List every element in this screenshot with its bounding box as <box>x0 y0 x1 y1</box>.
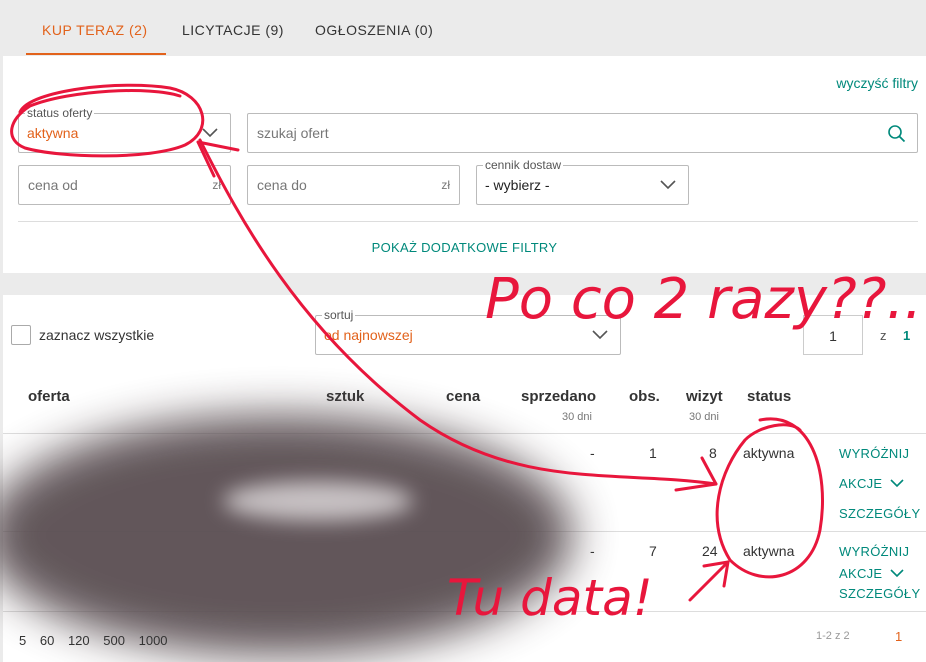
status-select[interactable]: status oferty aktywna <box>18 106 231 153</box>
status-select-value: aktywna <box>27 125 79 141</box>
tab-buy-now[interactable]: KUP TERAZ (2) <box>42 22 148 38</box>
column-header-offer[interactable]: oferta <box>28 388 70 405</box>
status-select-label: status oferty <box>25 106 95 120</box>
filter-divider <box>18 221 918 222</box>
column-header-quantity[interactable]: sztuk <box>326 388 364 405</box>
visits-cell: 8 <box>709 445 717 461</box>
pager-total-link[interactable]: 1 <box>903 328 910 343</box>
sort-select[interactable]: sortuj od najnowszej <box>315 308 621 355</box>
column-header-price[interactable]: cena <box>446 388 480 405</box>
actions-dropdown[interactable]: AKCJE <box>839 566 904 581</box>
per-page-selector: 5 60 120 500 1000 <box>19 633 178 648</box>
tab-classifieds[interactable]: OGŁOSZENIA (0) <box>315 22 433 38</box>
select-all-label[interactable]: zaznacz wszystkie <box>39 327 154 343</box>
active-tab-indicator <box>26 53 166 55</box>
per-page-option[interactable]: 120 <box>68 633 90 648</box>
search-placeholder: szukaj ofert <box>257 125 329 141</box>
actions-dropdown[interactable]: AKCJE <box>839 476 904 491</box>
filter-panel: wyczyść filtry status oferty aktywna szu… <box>3 56 926 273</box>
chevron-down-icon <box>592 330 608 340</box>
page-link[interactable]: 1 <box>895 629 902 644</box>
tab-auctions[interactable]: LICYTACJE (9) <box>182 22 284 38</box>
visits-period-label: 30 dni <box>689 411 719 423</box>
results-range-label: 1-2 z 2 <box>816 630 850 642</box>
sort-select-value: od najnowszej <box>324 327 413 343</box>
visits-cell: 24 <box>702 543 718 559</box>
highlight-button[interactable]: WYRÓŻNIJ <box>839 544 909 559</box>
per-page-option[interactable]: 60 <box>40 633 54 648</box>
search-icon[interactable] <box>887 124 907 144</box>
sort-select-label: sortuj <box>322 308 356 322</box>
column-header-watchers[interactable]: obs. <box>629 388 660 405</box>
column-header-sold[interactable]: sprzedano <box>521 388 596 405</box>
chevron-down-icon <box>890 569 904 578</box>
sold-cell: - <box>590 445 595 461</box>
sold-cell: - <box>590 543 595 559</box>
select-all-checkbox[interactable] <box>11 325 31 345</box>
offer-list-panel: zaznacz wszystkie sortuj od najnowszej 1… <box>0 295 926 662</box>
per-page-option[interactable]: 1000 <box>139 633 168 648</box>
chevron-down-icon <box>890 479 904 488</box>
details-button[interactable]: SZCZEGÓŁY <box>839 506 920 521</box>
price-to-placeholder: cena do <box>257 177 307 193</box>
details-button[interactable]: SZCZEGÓŁY <box>839 586 920 601</box>
pager-of-label: z <box>880 328 887 343</box>
offer-tabs: KUP TERAZ (2) LICYTACJE (9) OGŁOSZENIA (… <box>0 0 926 56</box>
shipping-select-value: - wybierz - <box>485 177 550 193</box>
shipping-select-label: cennik dostaw <box>483 158 564 172</box>
sold-period-label: 30 dni <box>562 411 592 423</box>
currency-unit: zł <box>441 178 450 192</box>
chevron-down-icon <box>660 180 676 190</box>
price-to-input[interactable]: cena do zł <box>247 165 460 205</box>
currency-unit: zł <box>212 178 221 192</box>
highlight-button[interactable]: WYRÓŻNIJ <box>839 446 909 461</box>
redacted-offer-area <box>0 415 573 655</box>
actions-label: AKCJE <box>839 476 883 491</box>
show-more-filters-button[interactable]: POKAŻ DODATKOWE FILTRY <box>3 240 926 255</box>
column-header-visits[interactable]: wizyt <box>686 388 723 405</box>
chevron-down-icon <box>202 128 218 138</box>
actions-label: AKCJE <box>839 566 883 581</box>
watchers-cell: 7 <box>649 543 657 559</box>
clear-filters-link[interactable]: wyczyść filtry <box>836 75 918 91</box>
search-input[interactable]: szukaj ofert <box>247 113 918 153</box>
page-number-input[interactable]: 1 <box>803 315 863 355</box>
price-from-placeholder: cena od <box>28 177 78 193</box>
per-page-option[interactable]: 500 <box>103 633 125 648</box>
status-cell: aktywna <box>743 445 795 461</box>
per-page-option[interactable]: 5 <box>19 633 26 648</box>
column-header-status[interactable]: status <box>747 388 791 405</box>
watchers-cell: 1 <box>649 445 657 461</box>
price-from-input[interactable]: cena od zł <box>18 165 231 205</box>
shipping-price-list-select[interactable]: cennik dostaw - wybierz - <box>476 158 689 205</box>
redacted-offer-highlight <box>223 481 413 521</box>
status-cell: aktywna <box>743 543 795 559</box>
